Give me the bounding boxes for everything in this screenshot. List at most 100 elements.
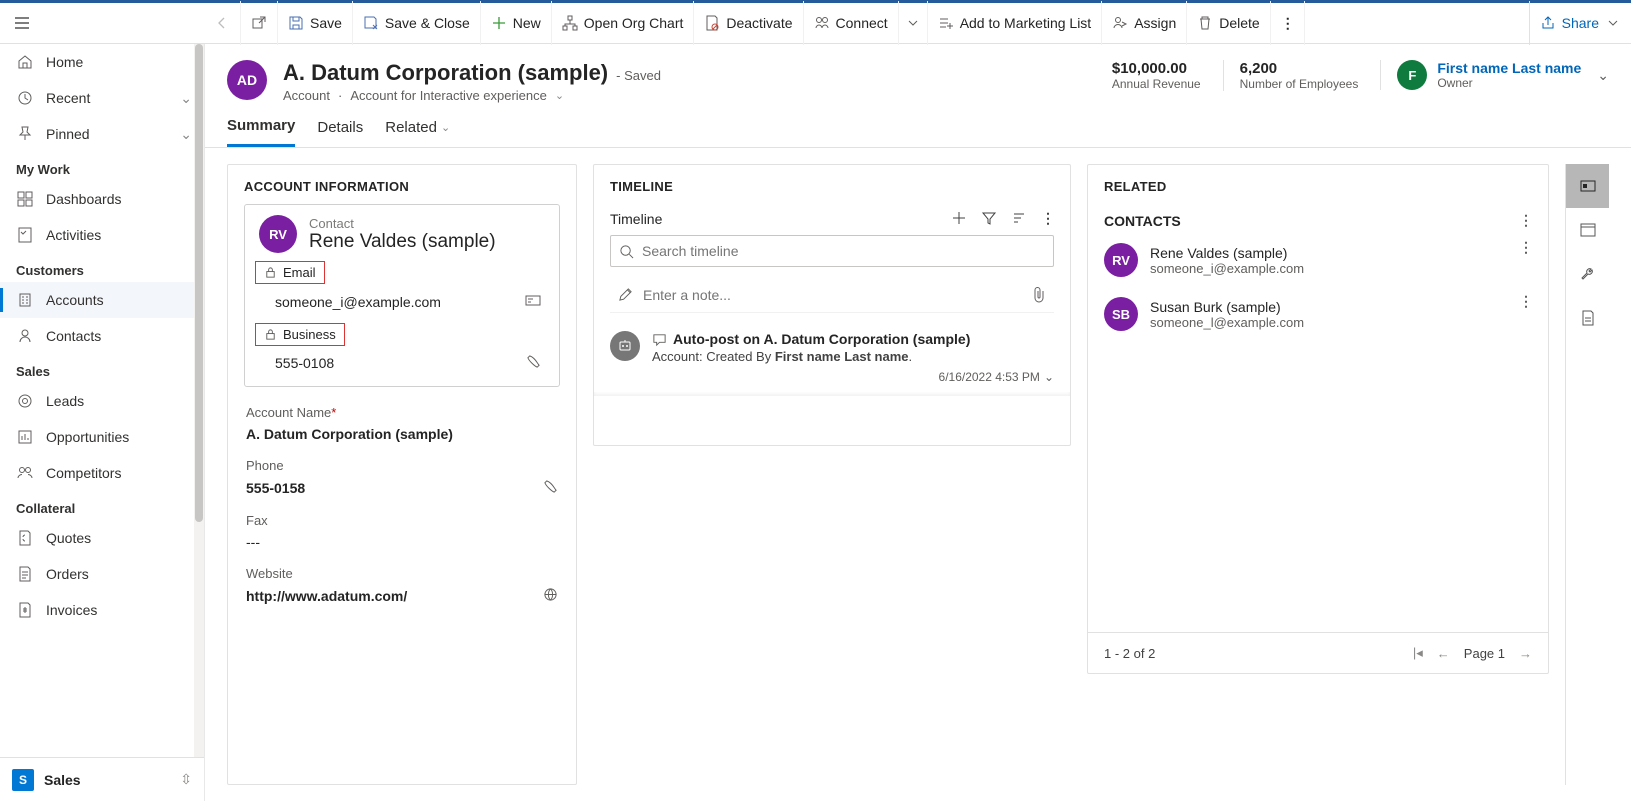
nav-dashboards[interactable]: Dashboards [0, 181, 204, 217]
hamburger-button[interactable] [0, 1, 44, 45]
building-icon [16, 291, 34, 309]
rail-assistant[interactable] [1566, 164, 1609, 208]
checklist-icon [16, 226, 34, 244]
target-icon [16, 392, 34, 410]
delete-button[interactable]: Delete [1187, 1, 1270, 45]
tab-related[interactable]: Related⌄ [385, 117, 450, 147]
connect-icon [814, 15, 830, 31]
stat-employees[interactable]: 6,200 Number of Employees [1223, 60, 1359, 91]
chevron-down-icon: ⌄ [180, 126, 192, 143]
business-locked-label: Business [255, 323, 345, 346]
field-website[interactable]: Website http://www.adatum.com/ [246, 566, 558, 605]
nav-opportunities[interactable]: Opportunities [0, 419, 204, 455]
field-phone[interactable]: Phone 555-0158 [246, 458, 558, 497]
chevron-down-icon[interactable]: ⌄ [1044, 370, 1054, 384]
stat-annual-revenue[interactable]: $10,000.00 Annual Revenue [1112, 60, 1201, 91]
invoice-doc-icon [16, 601, 34, 619]
phone-icon[interactable] [543, 479, 558, 497]
globe-icon[interactable] [543, 587, 558, 605]
more-vertical-icon[interactable]: ⋮ [1519, 212, 1532, 229]
related-contact-item[interactable]: SBSusan Burk (sample)someone_l@example.c… [1088, 287, 1548, 341]
more-vertical-icon: ⋮ [1281, 15, 1294, 32]
attachment-icon[interactable] [1032, 287, 1046, 303]
timeline-section: TIMELINE Timeline ⋮ [593, 164, 1071, 446]
connect-button[interactable]: Connect [804, 1, 899, 45]
contact-email-value[interactable]: someone_i@example.com [275, 294, 441, 310]
timeline-search-input[interactable] [642, 243, 1045, 259]
save-close-button[interactable]: Save & Close [353, 1, 481, 45]
sort-icon[interactable] [1011, 210, 1027, 226]
contact-avatar: RV [1104, 243, 1138, 277]
entity-label: Account [283, 88, 330, 103]
nav-orders[interactable]: Orders [0, 556, 204, 592]
nav-home[interactable]: Home [0, 44, 204, 80]
card-icon[interactable] [525, 292, 541, 311]
nav-activities[interactable]: Activities [0, 217, 204, 253]
back-button[interactable] [204, 1, 241, 45]
popout-button[interactable] [241, 1, 278, 45]
timeline-note-input[interactable] [643, 287, 1022, 303]
opportunity-icon [16, 428, 34, 446]
left-navigation: Home Recent⌄ Pinned⌄ My Work Dashboards … [0, 44, 205, 801]
primary-contact-card[interactable]: RV Contact Rene Valdes (sample) Email [244, 204, 560, 387]
contact-phone-value[interactable]: 555-0108 [275, 355, 334, 371]
pager-next[interactable]: → [1519, 646, 1532, 661]
filter-icon[interactable] [981, 210, 997, 226]
trash-icon [1197, 15, 1213, 31]
area-badge: S [12, 769, 34, 791]
pager-first[interactable]: |◂ [1413, 645, 1423, 661]
more-vertical-icon[interactable]: ⋮ [1041, 210, 1054, 227]
save-icon [288, 15, 304, 31]
related-contact-email: someone_i@example.com [1150, 261, 1304, 276]
pin-icon [16, 125, 34, 143]
chevron-down-icon[interactable]: ⌄ [555, 89, 564, 102]
timeline-note-entry[interactable] [610, 277, 1054, 313]
nav-group-customers: Customers [0, 253, 204, 282]
rail-documents[interactable] [1566, 296, 1609, 340]
phone-icon[interactable] [526, 354, 541, 372]
timeline-search[interactable] [610, 235, 1054, 267]
more-vertical-icon[interactable]: ⋮ [1519, 239, 1532, 256]
person-icon [16, 327, 34, 345]
tab-summary[interactable]: Summary [227, 117, 295, 147]
pager-prev[interactable]: ← [1437, 646, 1450, 661]
share-button[interactable]: Share [1529, 1, 1631, 45]
add-to-marketing-list-button[interactable]: Add to Marketing List [928, 1, 1103, 45]
chevron-down-icon [905, 15, 921, 31]
overflow-button[interactable]: ⋮ [1271, 1, 1305, 45]
field-fax[interactable]: Fax --- [246, 513, 558, 550]
nav-leads[interactable]: Leads [0, 383, 204, 419]
new-button[interactable]: New [481, 1, 552, 45]
expand-collapse-icon: ⇳ [180, 771, 192, 788]
form-selector[interactable]: Account for Interactive experience [350, 88, 547, 103]
record-header: AD A. Datum Corporation (sample) - Saved… [205, 44, 1631, 103]
open-org-chart-button[interactable]: Open Org Chart [552, 1, 695, 45]
deactivate-button[interactable]: Deactivate [694, 1, 803, 45]
nav-contacts[interactable]: Contacts [0, 318, 204, 354]
area-switcher[interactable]: S Sales ⇳ [0, 757, 204, 801]
chevron-down-icon[interactable]: ⌄ [1597, 67, 1609, 84]
save-button[interactable]: Save [278, 1, 353, 45]
plus-icon[interactable] [951, 210, 967, 226]
assign-button[interactable]: Assign [1102, 1, 1187, 45]
contact-name[interactable]: Rene Valdes (sample) [309, 231, 496, 253]
nav-recent[interactable]: Recent⌄ [0, 80, 204, 116]
nav-competitors[interactable]: Competitors [0, 455, 204, 491]
nav-scrollbar[interactable] [194, 44, 204, 757]
clock-icon [16, 89, 34, 107]
more-vertical-icon[interactable]: ⋮ [1519, 293, 1532, 310]
timeline-item[interactable]: Auto-post on A. Datum Corporation (sampl… [594, 323, 1070, 392]
field-account-name[interactable]: Account Name* A. Datum Corporation (samp… [246, 405, 558, 442]
nav-pinned[interactable]: Pinned⌄ [0, 116, 204, 152]
nav-invoices[interactable]: Invoices [0, 592, 204, 628]
assign-icon [1112, 15, 1128, 31]
nav-quotes[interactable]: Quotes [0, 520, 204, 556]
tab-details[interactable]: Details [317, 117, 363, 147]
rail-tools[interactable] [1566, 252, 1609, 296]
nav-accounts[interactable]: Accounts [0, 282, 204, 318]
owner-field[interactable]: F First name Last name Owner ⌄ [1380, 60, 1609, 90]
connect-split-button[interactable] [899, 1, 928, 45]
related-contact-item[interactable]: RVRene Valdes (sample)someone_i@example.… [1088, 233, 1548, 287]
rail-panel-1[interactable] [1566, 208, 1609, 252]
record-avatar: AD [227, 60, 267, 100]
